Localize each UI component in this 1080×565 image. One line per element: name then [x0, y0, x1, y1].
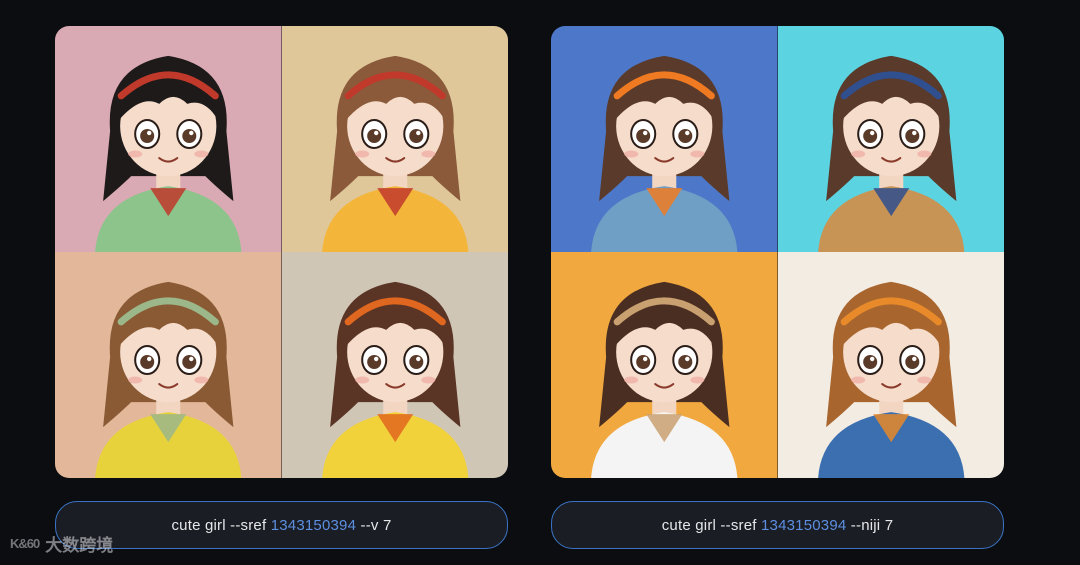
portrait-illustration [55, 26, 282, 252]
girl-with-headband-image [281, 26, 508, 252]
watermark: K&60 大数跨境 [10, 531, 113, 556]
portrait-illustration [777, 252, 1004, 478]
prompt-version: --v 7 [356, 516, 392, 534]
right-image-grid [551, 26, 1004, 478]
prompt-text: cute girl --sref [171, 516, 271, 534]
girl-cyan-background-image [777, 26, 1004, 252]
portrait-illustration [55, 252, 282, 478]
portrait-illustration [551, 252, 778, 478]
watermark-text: 大数跨境 [45, 536, 114, 555]
prompt-text: cute girl --sref [661, 516, 761, 534]
left-image-grid [55, 26, 508, 478]
portrait-illustration [281, 252, 508, 478]
sref-number: 1343150394 [761, 516, 847, 534]
girl-blue-background-image [551, 26, 778, 252]
comparison-slide: cute girl --sref 1343150394 --v 7 cute g… [0, 0, 1080, 565]
girl-with-goggles-image [55, 26, 282, 252]
sref-number: 1343150394 [270, 516, 357, 534]
portrait-illustration [777, 26, 1004, 252]
portrait-illustration [551, 26, 778, 252]
girl-with-headphones-image [55, 252, 282, 478]
watermark-logo: K&60 [10, 536, 40, 551]
portrait-illustration [281, 26, 508, 252]
prompt-box-v7: cute girl --sref 1343150394 --v 7 [55, 501, 508, 549]
girl-with-bow-image [281, 252, 508, 478]
prompt-box-niji7: cute girl --sref 1343150394 --niji 7 [551, 501, 1004, 549]
girl-orange-background-image [551, 252, 778, 478]
prompt-version: --niji 7 [846, 516, 894, 534]
girl-cream-background-image [777, 252, 1004, 478]
